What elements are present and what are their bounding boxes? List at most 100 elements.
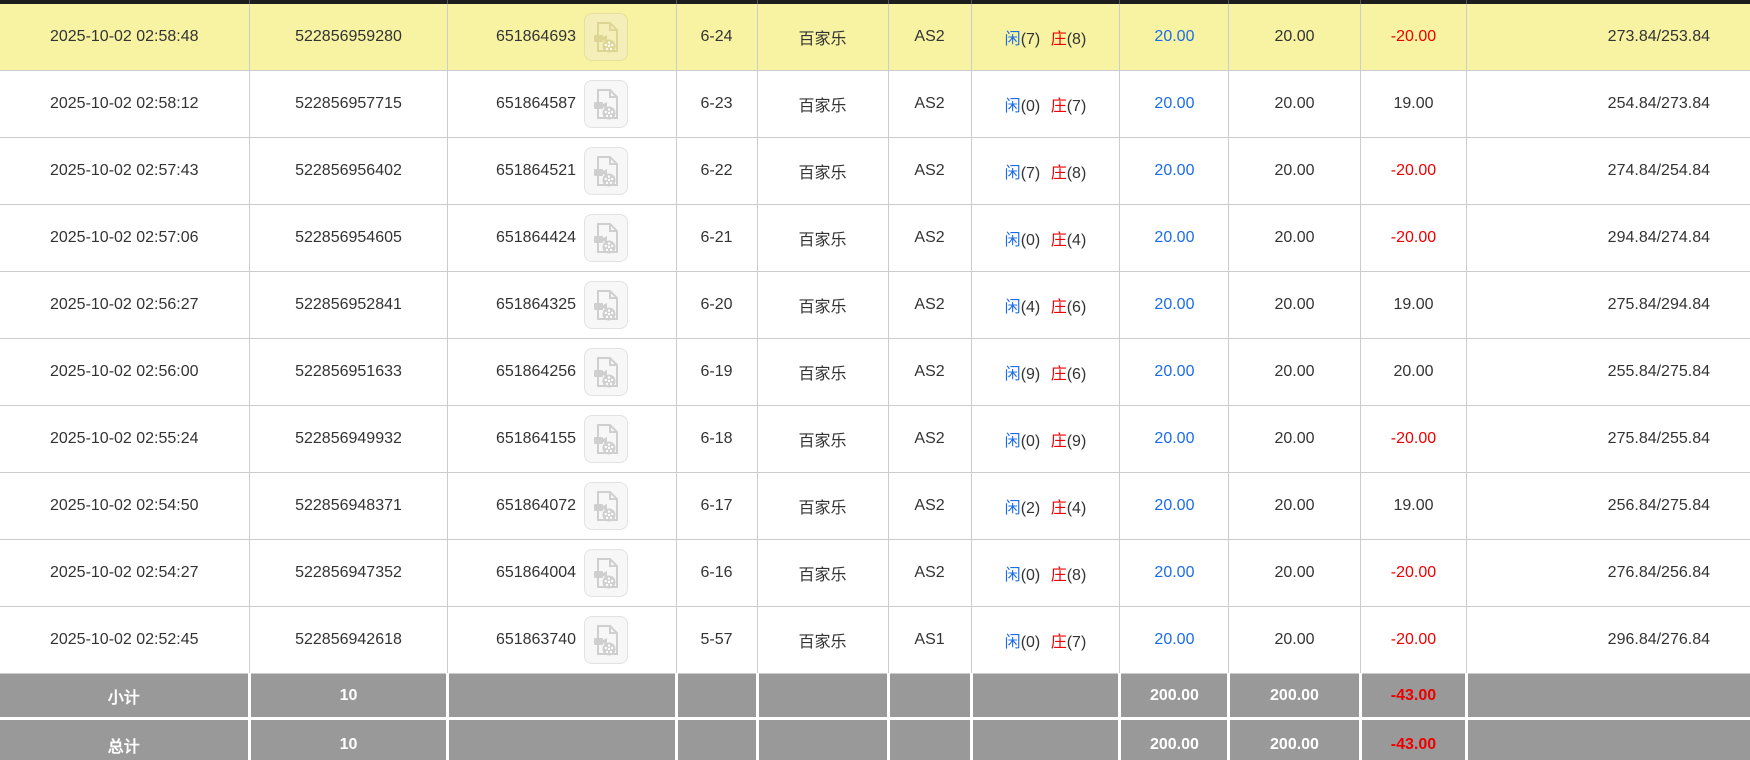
banker-score: (7) — [1067, 98, 1087, 115]
cell-bet-id: 522856959280 — [249, 4, 448, 71]
banker-result: 庄(9) — [1051, 433, 1087, 450]
video-replay-button[interactable] — [584, 549, 628, 597]
cell-game-result: 闲(0) 庄(9) — [971, 406, 1120, 473]
table-row: 2025-10-02 02:52:45 522856942618 6518637… — [0, 607, 1750, 674]
cell-bet-id: 522856957715 — [249, 71, 448, 138]
player-result: 闲(4) — [1005, 299, 1041, 316]
video-replay-button[interactable] — [584, 348, 628, 396]
cell-bet-id: 522856949932 — [249, 406, 448, 473]
cell-game-name: 百家乐 — [757, 205, 888, 272]
cell-bet-id: 522856942618 — [249, 607, 448, 674]
cell-table-name: AS2 — [888, 205, 971, 272]
cell-table-name: AS2 — [888, 71, 971, 138]
round-id-group: 651863740 — [452, 616, 671, 664]
cell-round-id: 651864155 — [448, 406, 676, 473]
video-replay-button[interactable] — [584, 147, 628, 195]
cell-valid-amount: 20.00 — [1229, 473, 1360, 540]
cell-game-name: 百家乐 — [757, 272, 888, 339]
banker-label: 庄 — [1051, 98, 1067, 115]
video-replay-button[interactable] — [584, 616, 628, 664]
cell-balance: 254.84/273.84 — [1467, 71, 1750, 138]
round-id-text: 651864693 — [496, 28, 576, 46]
cell-valid-amount: 20.00 — [1229, 138, 1360, 205]
film-document-icon — [592, 423, 620, 455]
player-score: (4) — [1021, 299, 1041, 316]
video-replay-button[interactable] — [584, 214, 628, 262]
round-id-text: 651864256 — [496, 363, 576, 381]
banker-label: 庄 — [1051, 366, 1067, 383]
table-row: 2025-10-02 02:54:27 522856947352 6518640… — [0, 540, 1750, 607]
film-document-icon — [592, 490, 620, 522]
banker-score: (8) — [1067, 165, 1087, 182]
banker-score: (4) — [1067, 500, 1087, 517]
table-body: 2025-10-02 02:58:48 522856959280 6518646… — [0, 4, 1750, 674]
banker-result: 庄(7) — [1051, 634, 1087, 651]
cell-game-result: 闲(2) 庄(4) — [971, 473, 1120, 540]
player-score: (0) — [1021, 98, 1041, 115]
round-id-text: 651863740 — [496, 631, 576, 649]
video-replay-button[interactable] — [584, 415, 628, 463]
cell-game-result: 闲(0) 庄(8) — [971, 540, 1120, 607]
film-document-icon — [592, 624, 620, 656]
table-row: 2025-10-02 02:57:43 522856956402 6518645… — [0, 138, 1750, 205]
cell-bet-time: 2025-10-02 02:57:06 — [0, 205, 249, 272]
bet-records-page: 2025-10-02 02:58:48 522856959280 6518646… — [0, 0, 1750, 760]
cell-game-result: 闲(4) 庄(6) — [971, 272, 1120, 339]
cell-round-number: 6-20 — [676, 272, 757, 339]
cell-bet-time: 2025-10-02 02:58:48 — [0, 4, 249, 71]
player-result: 闲(0) — [1005, 433, 1041, 450]
table-row: 2025-10-02 02:58:12 522856957715 6518645… — [0, 71, 1750, 138]
total-bet: 200.00 — [1120, 719, 1229, 760]
film-document-icon — [592, 557, 620, 589]
player-result: 闲(0) — [1005, 98, 1041, 115]
cell-bet-amount: 20.00 — [1120, 406, 1229, 473]
banker-result: 庄(6) — [1051, 366, 1087, 383]
cell-valid-amount: 20.00 — [1229, 272, 1360, 339]
cell-game-name: 百家乐 — [757, 138, 888, 205]
total-win: -43.00 — [1360, 719, 1467, 760]
player-label: 闲 — [1005, 98, 1021, 115]
cell-bet-time: 2025-10-02 02:52:45 — [0, 607, 249, 674]
cell-game-name: 百家乐 — [757, 473, 888, 540]
film-document-icon — [592, 21, 620, 53]
video-replay-button[interactable] — [584, 13, 628, 61]
table-row: 2025-10-02 02:58:48 522856959280 6518646… — [0, 4, 1750, 71]
player-score: (7) — [1021, 165, 1041, 182]
cell-balance: 275.84/294.84 — [1467, 272, 1750, 339]
cell-win-loss: 20.00 — [1360, 339, 1467, 406]
cell-game-result: 闲(9) 庄(6) — [971, 339, 1120, 406]
banker-score: (7) — [1067, 634, 1087, 651]
cell-bet-time: 2025-10-02 02:57:43 — [0, 138, 249, 205]
player-result: 闲(0) — [1005, 634, 1041, 651]
round-id-text: 651864325 — [496, 296, 576, 314]
cell-valid-amount: 20.00 — [1229, 540, 1360, 607]
cell-round-id: 651864693 — [448, 4, 676, 71]
cell-bet-id: 522856951633 — [249, 339, 448, 406]
cell-win-loss: -20.00 — [1360, 205, 1467, 272]
round-id-group: 651864155 — [452, 415, 671, 463]
cell-bet-id: 522856947352 — [249, 540, 448, 607]
video-replay-button[interactable] — [584, 482, 628, 530]
cell-round-id: 651864424 — [448, 205, 676, 272]
cell-bet-time: 2025-10-02 02:54:27 — [0, 540, 249, 607]
banker-score: (4) — [1067, 232, 1087, 249]
player-score: (0) — [1021, 567, 1041, 584]
cell-table-name: AS2 — [888, 473, 971, 540]
video-replay-button[interactable] — [584, 80, 628, 128]
banker-score: (6) — [1067, 299, 1087, 316]
cell-balance: 256.84/275.84 — [1467, 473, 1750, 540]
cell-round-number: 6-23 — [676, 71, 757, 138]
total-count: 10 — [249, 719, 448, 760]
player-label: 闲 — [1005, 634, 1021, 651]
cell-table-name: AS1 — [888, 607, 971, 674]
cell-bet-amount: 20.00 — [1120, 71, 1229, 138]
total-label: 总计 — [0, 719, 249, 760]
cell-game-result: 闲(0) 庄(7) — [971, 71, 1120, 138]
cell-balance: 273.84/253.84 — [1467, 4, 1750, 71]
round-id-text: 651864521 — [496, 162, 576, 180]
cell-round-id: 651864325 — [448, 272, 676, 339]
bet-records-table: 2025-10-02 02:58:48 522856959280 6518646… — [0, 0, 1750, 760]
video-replay-button[interactable] — [584, 281, 628, 329]
banker-result: 庄(8) — [1051, 165, 1087, 182]
table-row: 2025-10-02 02:54:50 522856948371 6518640… — [0, 473, 1750, 540]
